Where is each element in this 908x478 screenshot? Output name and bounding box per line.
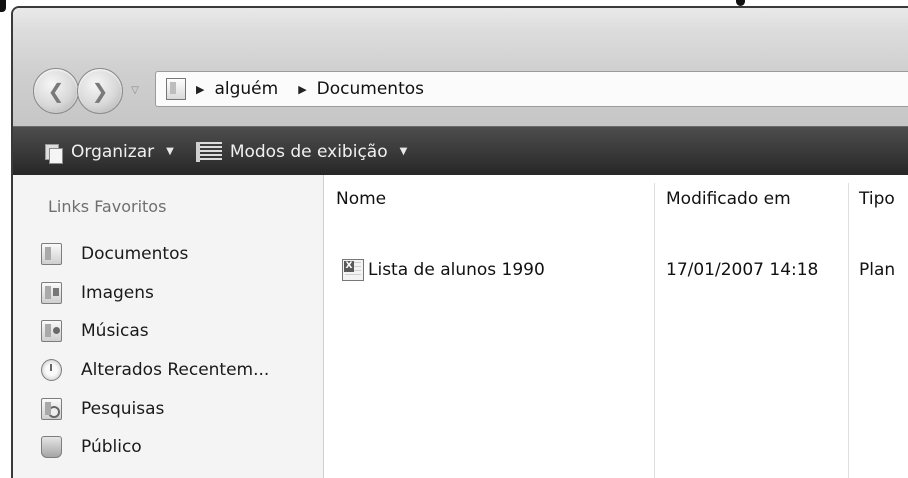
- column-header-type[interactable]: Tipo: [859, 175, 895, 223]
- file-row[interactable]: Lista de alunos 1990 17/01/2007 14:18 Pl…: [324, 255, 908, 285]
- favorite-link-label: Pesquisas: [81, 398, 165, 419]
- back-button[interactable]: ❮: [33, 68, 79, 114]
- forward-arrow-icon: ❯: [91, 79, 109, 103]
- column-header-name[interactable]: Nome: [336, 175, 386, 223]
- breadcrumb-label[interactable]: alguém: [214, 79, 278, 99]
- command-bar: Organizar ▼ Modos de exibição ▼: [13, 126, 908, 176]
- favorite-link-documents[interactable]: Documentos: [41, 235, 269, 274]
- breadcrumb-item[interactable]: ▶ Documentos: [298, 79, 424, 99]
- navigation-buttons: ❮ ❯ ▽: [27, 68, 167, 118]
- favorite-link-label: Documentos: [81, 244, 189, 265]
- favorite-link-pictures[interactable]: Imagens: [41, 274, 269, 313]
- favorite-link-recently-changed[interactable]: Alterados Recentem...: [41, 351, 269, 390]
- favorite-link-label: Músicas: [81, 321, 149, 342]
- scan-artifact-left: [0, 0, 6, 12]
- organize-icon: [43, 142, 63, 164]
- pictures-folder-icon: [41, 281, 62, 304]
- address-bar[interactable]: ▶ alguém ▶ Documentos: [155, 71, 908, 107]
- favorite-link-searches[interactable]: Pesquisas: [41, 389, 269, 428]
- file-modified-date: 17/01/2007 14:18: [666, 260, 819, 280]
- breadcrumb-arrow-icon[interactable]: ▶: [298, 83, 306, 96]
- favorite-link-label: Alterados Recentem...: [81, 360, 270, 381]
- file-list-pane: Nome Modificado em Tipo Lista de alunos …: [324, 175, 908, 478]
- music-folder-icon: [41, 320, 62, 343]
- file-name-cell: Lista de alunos 1990: [342, 255, 545, 285]
- organize-button[interactable]: Organizar ▼: [43, 127, 174, 176]
- dropdown-arrow-icon: ▼: [399, 146, 408, 157]
- recent-pages-dropdown[interactable]: ▽: [128, 81, 142, 99]
- organize-label: Organizar: [71, 141, 155, 162]
- documents-folder-icon: [41, 243, 62, 266]
- views-button[interactable]: Modos de exibição ▼: [195, 127, 408, 176]
- public-folder-icon: [41, 436, 62, 459]
- favorite-links-list: Documentos Imagens Músicas Alterados Rec…: [41, 235, 269, 467]
- favorite-link-public[interactable]: Público: [41, 428, 269, 467]
- window-title-area: ❮ ❯ ▽ ▶ alguém ▶ Documentos: [13, 8, 908, 126]
- favorite-link-label: Público: [81, 437, 142, 458]
- navigation-pane: Links Favoritos Documentos Imagens Músic…: [13, 175, 324, 478]
- breadcrumb-label[interactable]: Documentos: [317, 79, 424, 99]
- column-header-modified[interactable]: Modificado em: [666, 175, 791, 223]
- column-divider[interactable]: [654, 183, 655, 478]
- dropdown-arrow-icon: ▼: [166, 146, 174, 157]
- views-icon: [195, 141, 222, 162]
- chevron-down-icon: ▽: [131, 84, 139, 96]
- explorer-window: ❮ ❯ ▽ ▶ alguém ▶ Documentos Organizar ▼ …: [11, 6, 908, 478]
- searches-folder-icon: [41, 397, 62, 420]
- favorite-link-label: Imagens: [81, 282, 154, 303]
- back-arrow-icon: ❮: [47, 79, 65, 103]
- forward-button[interactable]: ❯: [77, 68, 123, 114]
- breadcrumb-item[interactable]: ▶ alguém: [196, 79, 278, 99]
- file-name: Lista de alunos 1990: [368, 260, 545, 280]
- column-divider[interactable]: [848, 183, 849, 478]
- views-label: Modos de exibição: [229, 141, 388, 162]
- favorite-link-music[interactable]: Músicas: [41, 312, 269, 351]
- recent-changes-icon: [41, 359, 62, 382]
- breadcrumb-arrow-icon[interactable]: ▶: [196, 83, 204, 96]
- spreadsheet-file-icon: [342, 259, 364, 281]
- folder-icon: [166, 78, 186, 100]
- favorite-links-heading: Links Favoritos: [48, 197, 167, 216]
- file-type: Plan: [859, 260, 896, 280]
